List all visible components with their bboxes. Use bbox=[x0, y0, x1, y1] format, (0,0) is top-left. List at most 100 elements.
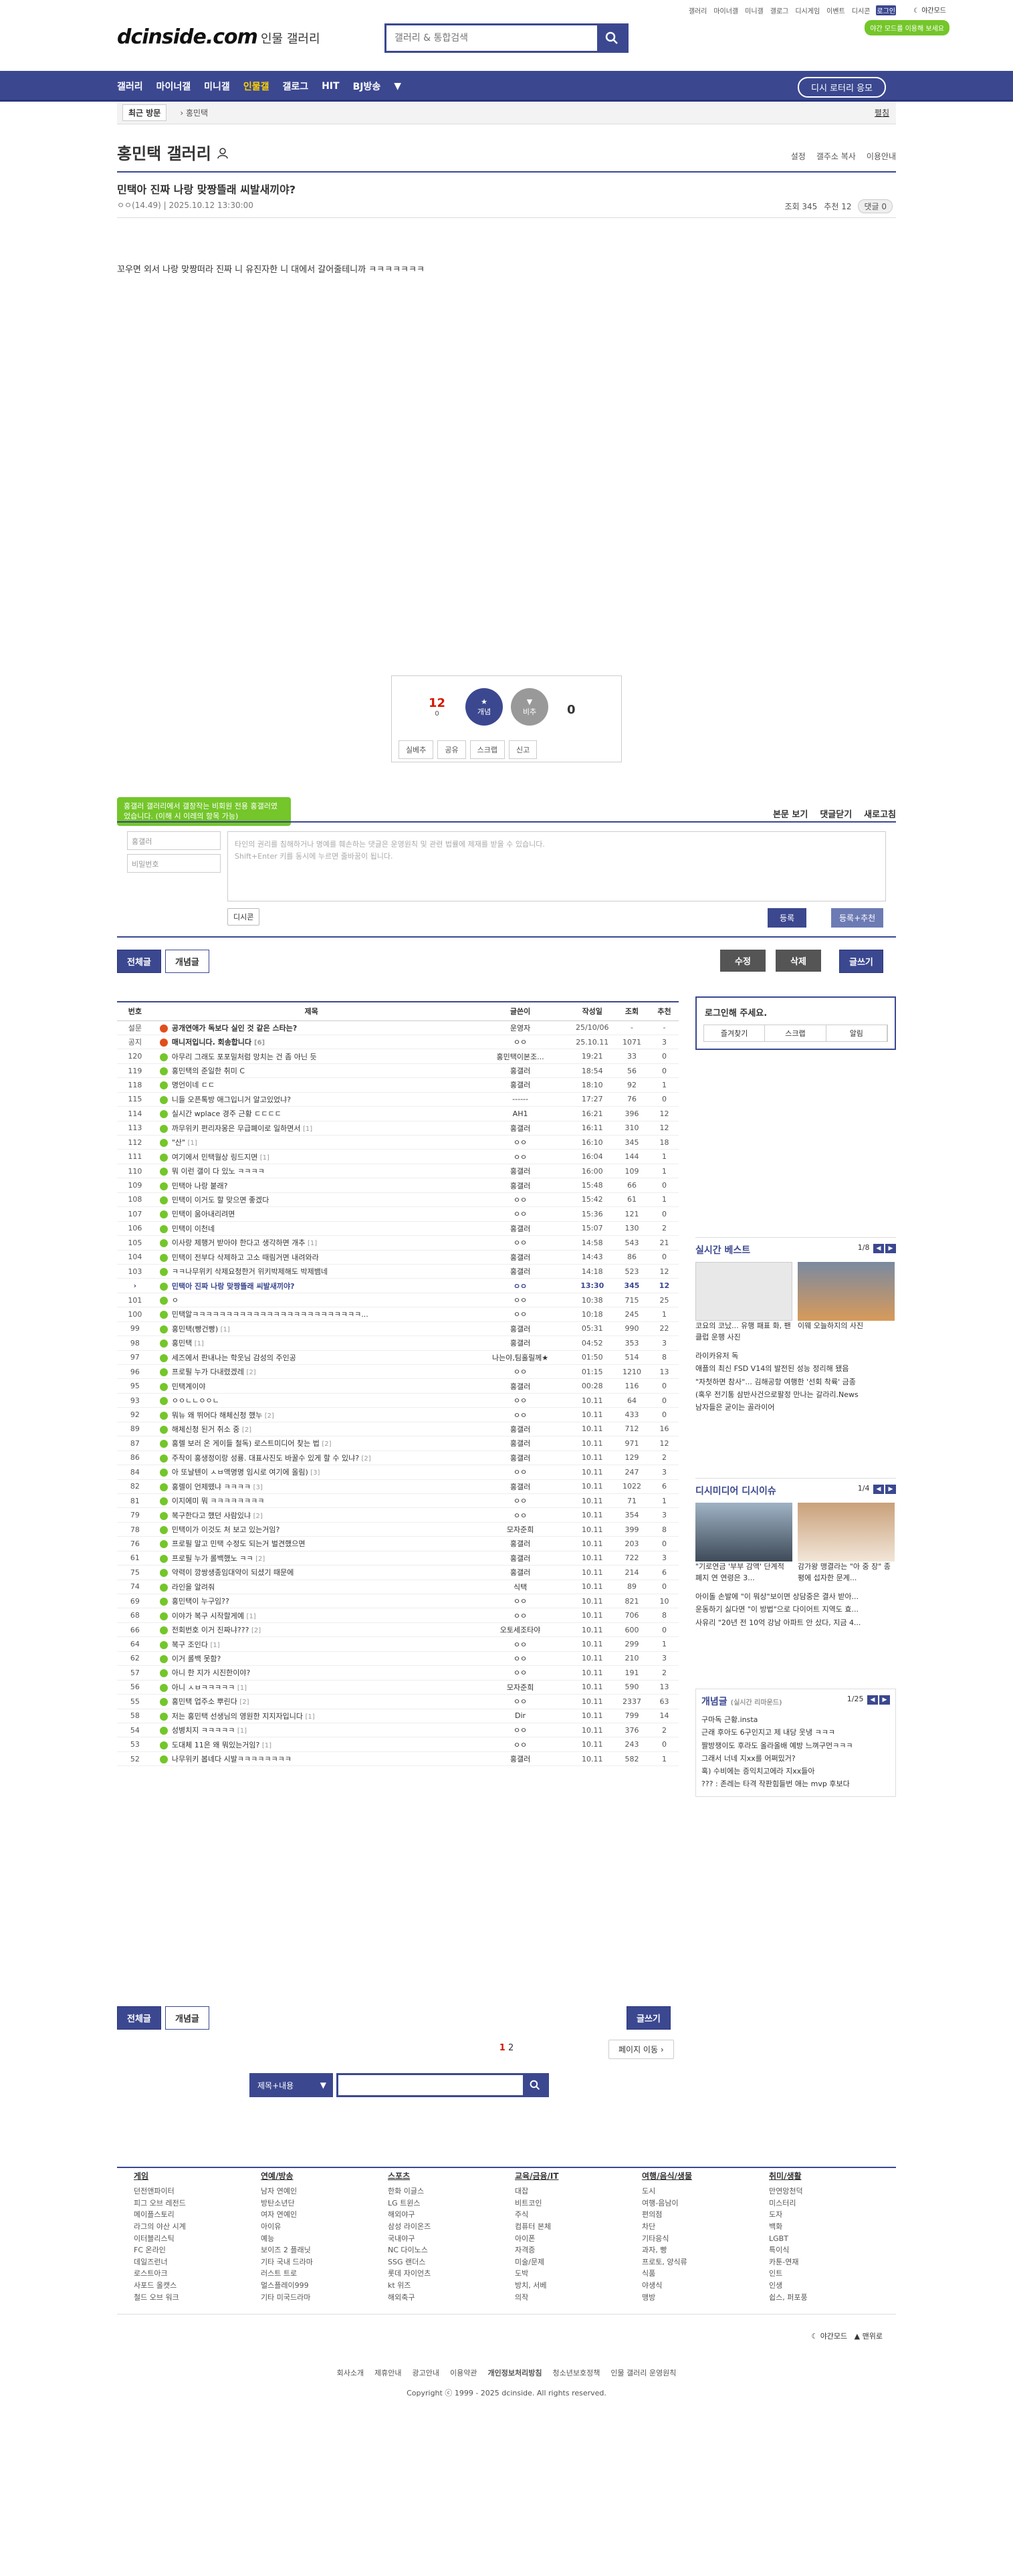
row-writer[interactable]: ㅇㅇ bbox=[469, 1206, 571, 1222]
row-title[interactable]: 아 또날텐이 ㅅㅂ액명명 임시로 여기에 올림) bbox=[172, 1468, 308, 1477]
footer-link[interactable]: 삼성 라이온즈 bbox=[388, 2221, 515, 2233]
row-title-cell[interactable]: 도대체 11은 왜 뭐있는거임? [1] bbox=[152, 1737, 470, 1752]
table-row[interactable]: 74 라인을 알려줘 식택 10.11 89 0 bbox=[117, 1580, 679, 1595]
row-writer[interactable]: 홍갤러 bbox=[469, 1551, 571, 1566]
footer-link[interactable]: 대잡 bbox=[515, 2185, 642, 2197]
table-row[interactable]: 68 이야가 복구 시작할게예 [1] ㅇㅇ 10.11 706 8 bbox=[117, 1608, 679, 1623]
register-recommend-button[interactable]: 등록+추천 bbox=[831, 908, 884, 928]
side-list-item[interactable]: 구마독 근황.insta bbox=[701, 1713, 890, 1726]
row-writer[interactable]: 홍갤러 bbox=[469, 1221, 571, 1237]
password-field[interactable]: 비밀번호 bbox=[127, 854, 221, 873]
row-writer[interactable]: ㅇㅇ bbox=[469, 1407, 571, 1422]
row-title-cell[interactable]: 약력이 깡쌍생종임대약이 되셨기 때문에 bbox=[152, 1565, 470, 1580]
footer-link[interactable]: 라그의 야산 시계 bbox=[134, 2221, 261, 2233]
row-title-cell[interactable]: ㅇㅇㄴㄴㅇㅇㄴ bbox=[152, 1393, 470, 1408]
row-title-cell[interactable]: 여기에서 민택월상 링드지면 [1] bbox=[152, 1149, 470, 1164]
table-row[interactable]: 92 뭐뉴 왜 뛰어다 해체신청 했누 [2] ㅇㅇ 10.11 433 0 bbox=[117, 1407, 679, 1422]
reply-count[interactable]: [1] bbox=[237, 1685, 247, 1692]
row-title-cell[interactable]: 실시간 wplace 경주 근황 ㄷㄷㄷㄷ bbox=[152, 1106, 470, 1121]
top-link[interactable]: 갤로그 bbox=[770, 5, 790, 15]
table-row[interactable]: 110 뭐 이런 갤이 다 있노 ㅋㅋㅋㅋ 홍갤러 16:00 109 1 bbox=[117, 1164, 679, 1179]
recent-item[interactable]: › 홍민택 bbox=[180, 107, 208, 118]
footer-link[interactable]: 도자 bbox=[769, 2209, 896, 2221]
table-row[interactable]: 84 아 또날텐이 ㅅㅂ액명명 임시로 여기에 올림) [3] ㅇㅇ 10.11 247… bbox=[117, 1465, 679, 1480]
table-row[interactable]: 86 주작이 홍생정이랑 성룡. 대표사진도 바꿀수 있게 할 수 있냐? [2]… bbox=[117, 1451, 679, 1466]
row-writer[interactable]: 모자준희 bbox=[469, 1522, 571, 1537]
row-title[interactable]: 해체신청 된거 취소 중 bbox=[172, 1425, 240, 1434]
row-title[interactable]: 세즈에서 판내나는 학웃님 감성의 주인공 bbox=[172, 1354, 296, 1362]
row-writer[interactable]: ㅇㅇ bbox=[469, 1493, 571, 1509]
row-title[interactable]: 뭐뉴 왜 뛰어다 해체신청 했누 bbox=[172, 1411, 262, 1420]
row-writer[interactable]: 홍갤러 bbox=[469, 1378, 571, 1394]
table-row[interactable]: 64 복구 조인다 [1] ㅇㅇ 10.11 299 1 bbox=[117, 1636, 679, 1652]
row-writer[interactable]: 홍갤러 bbox=[469, 1436, 571, 1451]
footer-link[interactable]: 데일즈런너 bbox=[134, 2256, 261, 2268]
footer-link[interactable]: 미스터리 bbox=[769, 2197, 896, 2210]
footer-link[interactable]: 차단 bbox=[642, 2221, 769, 2233]
table-row[interactable]: 96 프로필 누가 다내렸겠레 [2] ㅇㅇ 01:15 1210 13 bbox=[117, 1364, 679, 1380]
row-title[interactable]: 홍민택이 누구임?? bbox=[172, 1597, 229, 1606]
table-row[interactable]: 103 ㅋㅋ나무위키 삭제요청한거 위키박제해도 박제뱀네 홍갤러 14:18 523 1… bbox=[117, 1264, 679, 1279]
row-title-cell[interactable]: 프로필 누가 롤백했노 ㅋㅋ [2] bbox=[152, 1551, 470, 1566]
row-writer[interactable]: 홍갤러 bbox=[469, 1250, 571, 1265]
footer-link[interactable]: 아이폰 bbox=[515, 2233, 642, 2245]
side-list-item[interactable]: 라이카유저 독 bbox=[695, 1350, 896, 1362]
footer-link[interactable]: 자격증 bbox=[515, 2244, 642, 2256]
footer-link[interactable]: 도시 bbox=[642, 2185, 769, 2197]
table-row[interactable]: 62 이거 롤백 못함? ㅇㅇ 10.11 210 3 bbox=[117, 1651, 679, 1667]
row-title[interactable]: 민택계이야 bbox=[172, 1382, 206, 1391]
top-link[interactable]: 이벤트 bbox=[826, 5, 846, 15]
table-row[interactable]: 95 민택계이야 홍갤러 00:28 116 0 bbox=[117, 1378, 679, 1394]
reply-count[interactable]: [1] bbox=[195, 1340, 204, 1348]
row-writer[interactable]: 홍민택이본조... bbox=[469, 1049, 571, 1064]
row-writer[interactable]: ㅇㅇ bbox=[469, 1608, 571, 1623]
concept-posts-button[interactable]: 개념글 bbox=[165, 950, 209, 973]
row-title-cell[interactable]: 아 또날텐이 ㅅㅂ액명명 임시로 여기에 올림) [3] bbox=[152, 1465, 470, 1480]
gallery-tool[interactable]: 설정 bbox=[791, 150, 806, 162]
row-writer[interactable]: ㅇㅇ bbox=[469, 1293, 571, 1308]
reply-count[interactable]: [1] bbox=[210, 1642, 219, 1649]
row-title-cell[interactable]: 홍민택(빵건빵) [1] bbox=[152, 1321, 470, 1337]
footer-link[interactable]: 인트 bbox=[769, 2268, 896, 2280]
row-title[interactable]: 아무리 그래도 포포밀처럼 망치는 건 좀 아닌 듯 bbox=[172, 1053, 317, 1061]
nav-item[interactable]: 인물갤 bbox=[243, 80, 269, 93]
row-title[interactable]: ㅇㅇㄴㄴㅇㅇㄴ bbox=[172, 1396, 219, 1405]
next-icon[interactable]: ▶ bbox=[885, 1485, 896, 1494]
row-title-cell[interactable]: 프로필 말고 민택 수정도 되는거 벌견했으면 bbox=[152, 1536, 470, 1551]
footer-link[interactable]: 철드 오브 워크 bbox=[134, 2292, 261, 2304]
footer-link[interactable]: 피그 오브 레전드 bbox=[134, 2197, 261, 2210]
row-title[interactable]: 복구 조인다 bbox=[172, 1640, 208, 1649]
row-writer[interactable]: ㅇㅇ bbox=[469, 1364, 571, 1380]
row-writer[interactable]: 홍갤러 bbox=[469, 1479, 571, 1494]
lottery-button[interactable]: 디시 로터리 응모 bbox=[798, 77, 886, 98]
row-title[interactable]: 여기에서 민택월상 링드지면 bbox=[172, 1153, 257, 1162]
side-list-item[interactable]: (혹우 전기통 삼반사건으로팔정 만나는 갈라리.News bbox=[695, 1388, 896, 1401]
footer-column-title[interactable]: 연예/방송 bbox=[261, 2170, 388, 2183]
rec-action[interactable]: 스크랩 bbox=[469, 740, 505, 759]
table-row[interactable]: 114 실시간 wplace 경주 근황 ㄷㄷㄷㄷ AH1 16:21 396 12 bbox=[117, 1106, 679, 1121]
row-title-cell[interactable]: 나무위키 봅네다 시발ㅋㅋㅋㅋㅋㅋㅋㅋ bbox=[152, 1751, 470, 1767]
top-link[interactable]: 갤러리 bbox=[688, 5, 708, 15]
footer-link[interactable]: 여자 연예인 bbox=[261, 2209, 388, 2221]
reply-count[interactable]: [3] bbox=[253, 1484, 263, 1491]
footer-link[interactable]: SSG 랜더스 bbox=[388, 2256, 515, 2268]
footer-link[interactable]: 러스트 트로 bbox=[261, 2268, 388, 2280]
search-type-select[interactable]: 제목+내용 ▼ bbox=[249, 2073, 333, 2097]
reply-count[interactable]: [3] bbox=[310, 1469, 320, 1477]
row-writer[interactable]: ㅇㅇ bbox=[469, 1035, 571, 1050]
bottom-search-input[interactable] bbox=[336, 2073, 549, 2097]
row-title-cell[interactable]: 민택이가 이것도 처 보고 있는거임? bbox=[152, 1522, 470, 1537]
close-comments-link[interactable]: 댓글닫기 bbox=[820, 807, 852, 820]
row-title[interactable]: 민택아 나랑 붙래? bbox=[172, 1182, 228, 1190]
footer-link[interactable]: 인생 bbox=[769, 2280, 896, 2292]
side-list-item[interactable]: 남자들은 굳이는 골라이어 bbox=[695, 1401, 896, 1414]
all-posts-button[interactable]: 전체글 bbox=[117, 950, 161, 973]
row-title[interactable]: ㅋㅋ나무위키 삭제요청한거 위키박제해도 박제뱀네 bbox=[172, 1267, 328, 1276]
row-title-cell[interactable]: 홍렐이 언제뗐냐 ㅋㅋㅋㅋ [3] bbox=[152, 1479, 470, 1494]
row-title-cell[interactable]: 민택알ㅋㅋㅋㅋㅋㅋㅋㅋㅋㅋㅋㅋㅋㅋㅋㅋㅋㅋㅋㅋㅋㅋㅋㅋㅋ... bbox=[152, 1307, 470, 1322]
login-button[interactable]: 로그인 bbox=[876, 5, 896, 15]
side-list-item[interactable]: 근래 후아도 6구인지고 제 내당 웃냉 ㅋㅋㅋ bbox=[701, 1726, 890, 1739]
table-row[interactable]: 93 ㅇㅇㄴㄴㅇㅇㄴ ㅇㅇ 10.11 64 0 bbox=[117, 1393, 679, 1408]
reply-count[interactable]: [1] bbox=[303, 1125, 312, 1133]
row-title-cell[interactable]: 홍민택의 준일한 취미 C bbox=[152, 1063, 470, 1079]
